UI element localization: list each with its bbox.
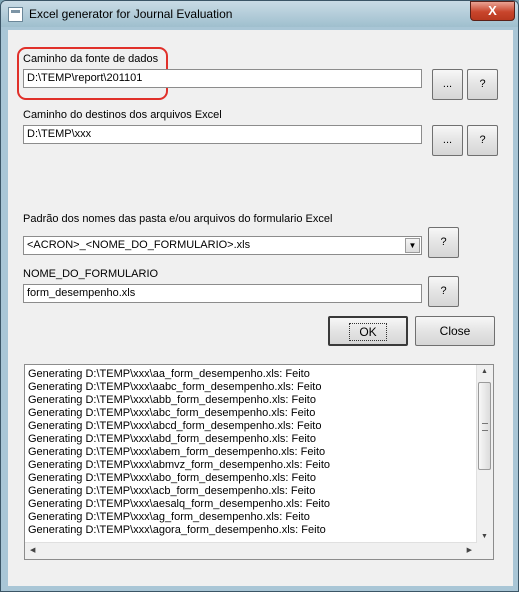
ok-button[interactable]: OK <box>328 316 408 346</box>
form-name-label: NOME_DO_FORMULARIO <box>23 268 159 280</box>
dest-browse-button[interactable]: ... <box>432 125 463 156</box>
log-line: Generating D:\TEMP\xxx\abc_form_desempen… <box>28 407 316 419</box>
log-vertical-scrollbar[interactable]: ▲ ▼ <box>476 365 493 543</box>
form-name-help-button[interactable]: ? <box>428 276 459 307</box>
window-title: Excel generator for Journal Evaluation <box>29 7 233 21</box>
scroll-right-icon[interactable]: ▶ <box>467 546 472 554</box>
scroll-thumb[interactable] <box>478 382 491 470</box>
chevron-down-icon[interactable]: ▼ <box>405 238 420 253</box>
pattern-help-button[interactable]: ? <box>428 227 459 258</box>
dest-path-label: Caminho do destinos dos arquivos Excel <box>23 109 222 121</box>
dialog-body: Caminho da fonte de dados D:\TEMP\report… <box>8 30 513 586</box>
log-line: Generating D:\TEMP\xxx\abd_form_desempen… <box>28 433 316 445</box>
app-icon <box>8 7 23 22</box>
scroll-left-icon[interactable]: ◀ <box>30 546 35 554</box>
form-name-input[interactable]: form_desempenho.xls <box>23 284 422 303</box>
window-close-button[interactable]: X <box>470 1 515 21</box>
grip-icon <box>482 423 488 431</box>
log-listbox[interactable]: Generating D:\TEMP\xxx\aa_form_desempenh… <box>24 364 494 560</box>
close-button[interactable]: Close <box>415 316 495 346</box>
source-path-label: Caminho da fonte de dados <box>23 53 159 65</box>
ok-label: OK <box>349 323 387 341</box>
log-line: Generating D:\TEMP\xxx\ag_form_desempenh… <box>28 511 310 523</box>
source-path-input[interactable]: D:\TEMP\report\201101 <box>23 69 422 88</box>
log-line: Generating D:\TEMP\xxx\abb_form_desempen… <box>28 394 316 406</box>
log-line: Generating D:\TEMP\xxx\aesalq_form_desem… <box>28 498 331 510</box>
dest-help-button[interactable]: ? <box>467 125 498 156</box>
scroll-down-icon[interactable]: ▼ <box>481 533 488 540</box>
title-bar[interactable]: Excel generator for Journal Evaluation X <box>1 1 518 27</box>
log-line: Generating D:\TEMP\xxx\abcd_form_desempe… <box>28 420 322 432</box>
log-line: Generating D:\TEMP\xxx\acb_form_desempen… <box>28 485 316 497</box>
pattern-value: <ACRON>_<NOME_DO_FORMULARIO>.xls <box>27 239 251 251</box>
source-help-button[interactable]: ? <box>467 69 498 100</box>
scrollbar-corner <box>477 543 493 559</box>
pattern-label: Padrão dos nomes das pasta e/ou arquivos… <box>23 213 333 225</box>
app-window: Excel generator for Journal Evaluation X… <box>0 0 519 592</box>
scroll-up-icon[interactable]: ▲ <box>481 368 488 375</box>
log-line: Generating D:\TEMP\xxx\agora_form_desemp… <box>28 524 326 536</box>
log-line: Generating D:\TEMP\xxx\abmvz_form_desemp… <box>28 459 331 471</box>
dest-path-input[interactable]: D:\TEMP\xxx <box>23 125 422 144</box>
log-line: Generating D:\TEMP\xxx\aabc_form_desempe… <box>28 381 322 393</box>
log-line: Generating D:\TEMP\xxx\abem_form_desempe… <box>28 446 326 458</box>
log-line: Generating D:\TEMP\xxx\abo_form_desempen… <box>28 472 316 484</box>
source-browse-button[interactable]: ... <box>432 69 463 100</box>
pattern-dropdown[interactable]: <ACRON>_<NOME_DO_FORMULARIO>.xls ▼ <box>23 236 422 255</box>
log-horizontal-scrollbar[interactable]: ◀ ▶ <box>25 542 477 559</box>
log-line: Generating D:\TEMP\xxx\aa_form_desempenh… <box>28 368 310 380</box>
